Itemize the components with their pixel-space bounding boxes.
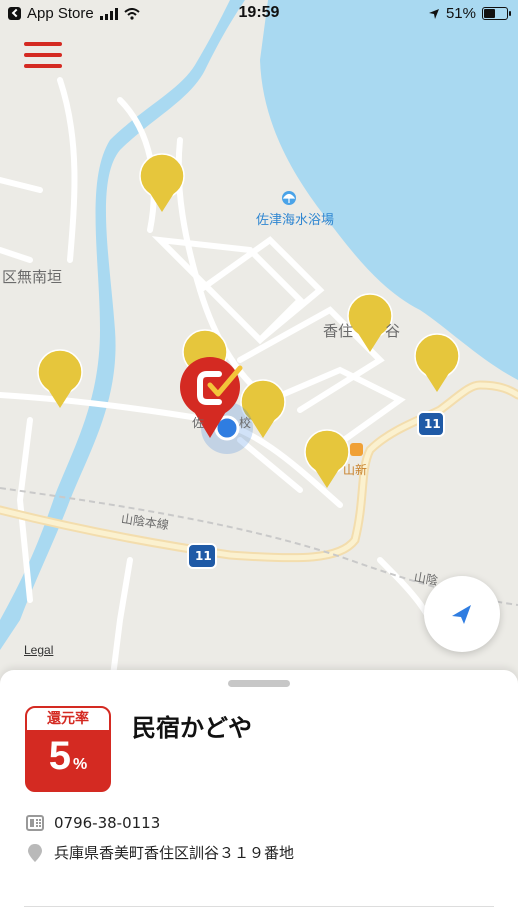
route-number-a: 11 [424,417,441,431]
shop-icon [350,443,363,456]
map-label-beach: 佐津海水浴場 [256,213,335,228]
phone-icon [26,815,44,831]
battery-icon [482,7,511,20]
route-number-b: 11 [195,549,212,563]
location-pin-icon [28,843,42,862]
sheet-divider [24,906,494,907]
map-label-school-suffix: 校 [239,416,252,430]
battery-percent: 51% [445,5,476,22]
phone-row[interactable]: 0796-38-0113 [26,814,160,832]
reward-rate-unit: % [73,756,88,773]
map-label-school-prefix: 佐 [192,416,205,430]
location-services-icon [428,8,439,19]
locate-me-button[interactable] [424,576,500,652]
reward-rate-badge: 還元率 5% [25,706,111,792]
map-label-area-suffix: 谷 [385,322,401,340]
shop-name: 民宿かどや [132,714,252,742]
reward-rate-label: 還元率 [27,708,109,730]
address-row: 兵庫県香美町香住区訓谷３１９番地 [26,842,294,863]
sheet-grabber[interactable] [228,680,290,687]
location-arrow-icon [452,605,471,624]
map-label-area: 香住 [323,322,354,340]
shop-address: 兵庫県香美町香住区訓谷３１９番地 [54,844,295,862]
hamburger-menu-icon[interactable] [24,40,62,72]
battery-fill [484,9,495,18]
status-bar: App Store 19:59 51% [0,0,518,28]
shop-detail-sheet[interactable]: 還元率 5% 民宿かどや 0796-38-0113 兵庫県香美町香住区訓谷３１９… [0,670,518,920]
map-label-district: 区無南垣 [2,268,63,286]
reward-rate-value: 5 [48,734,71,778]
phone-number[interactable]: 0796-38-0113 [54,814,160,832]
legal-link[interactable]: Legal [24,643,53,657]
map-label-shop: 山新 [343,463,368,477]
